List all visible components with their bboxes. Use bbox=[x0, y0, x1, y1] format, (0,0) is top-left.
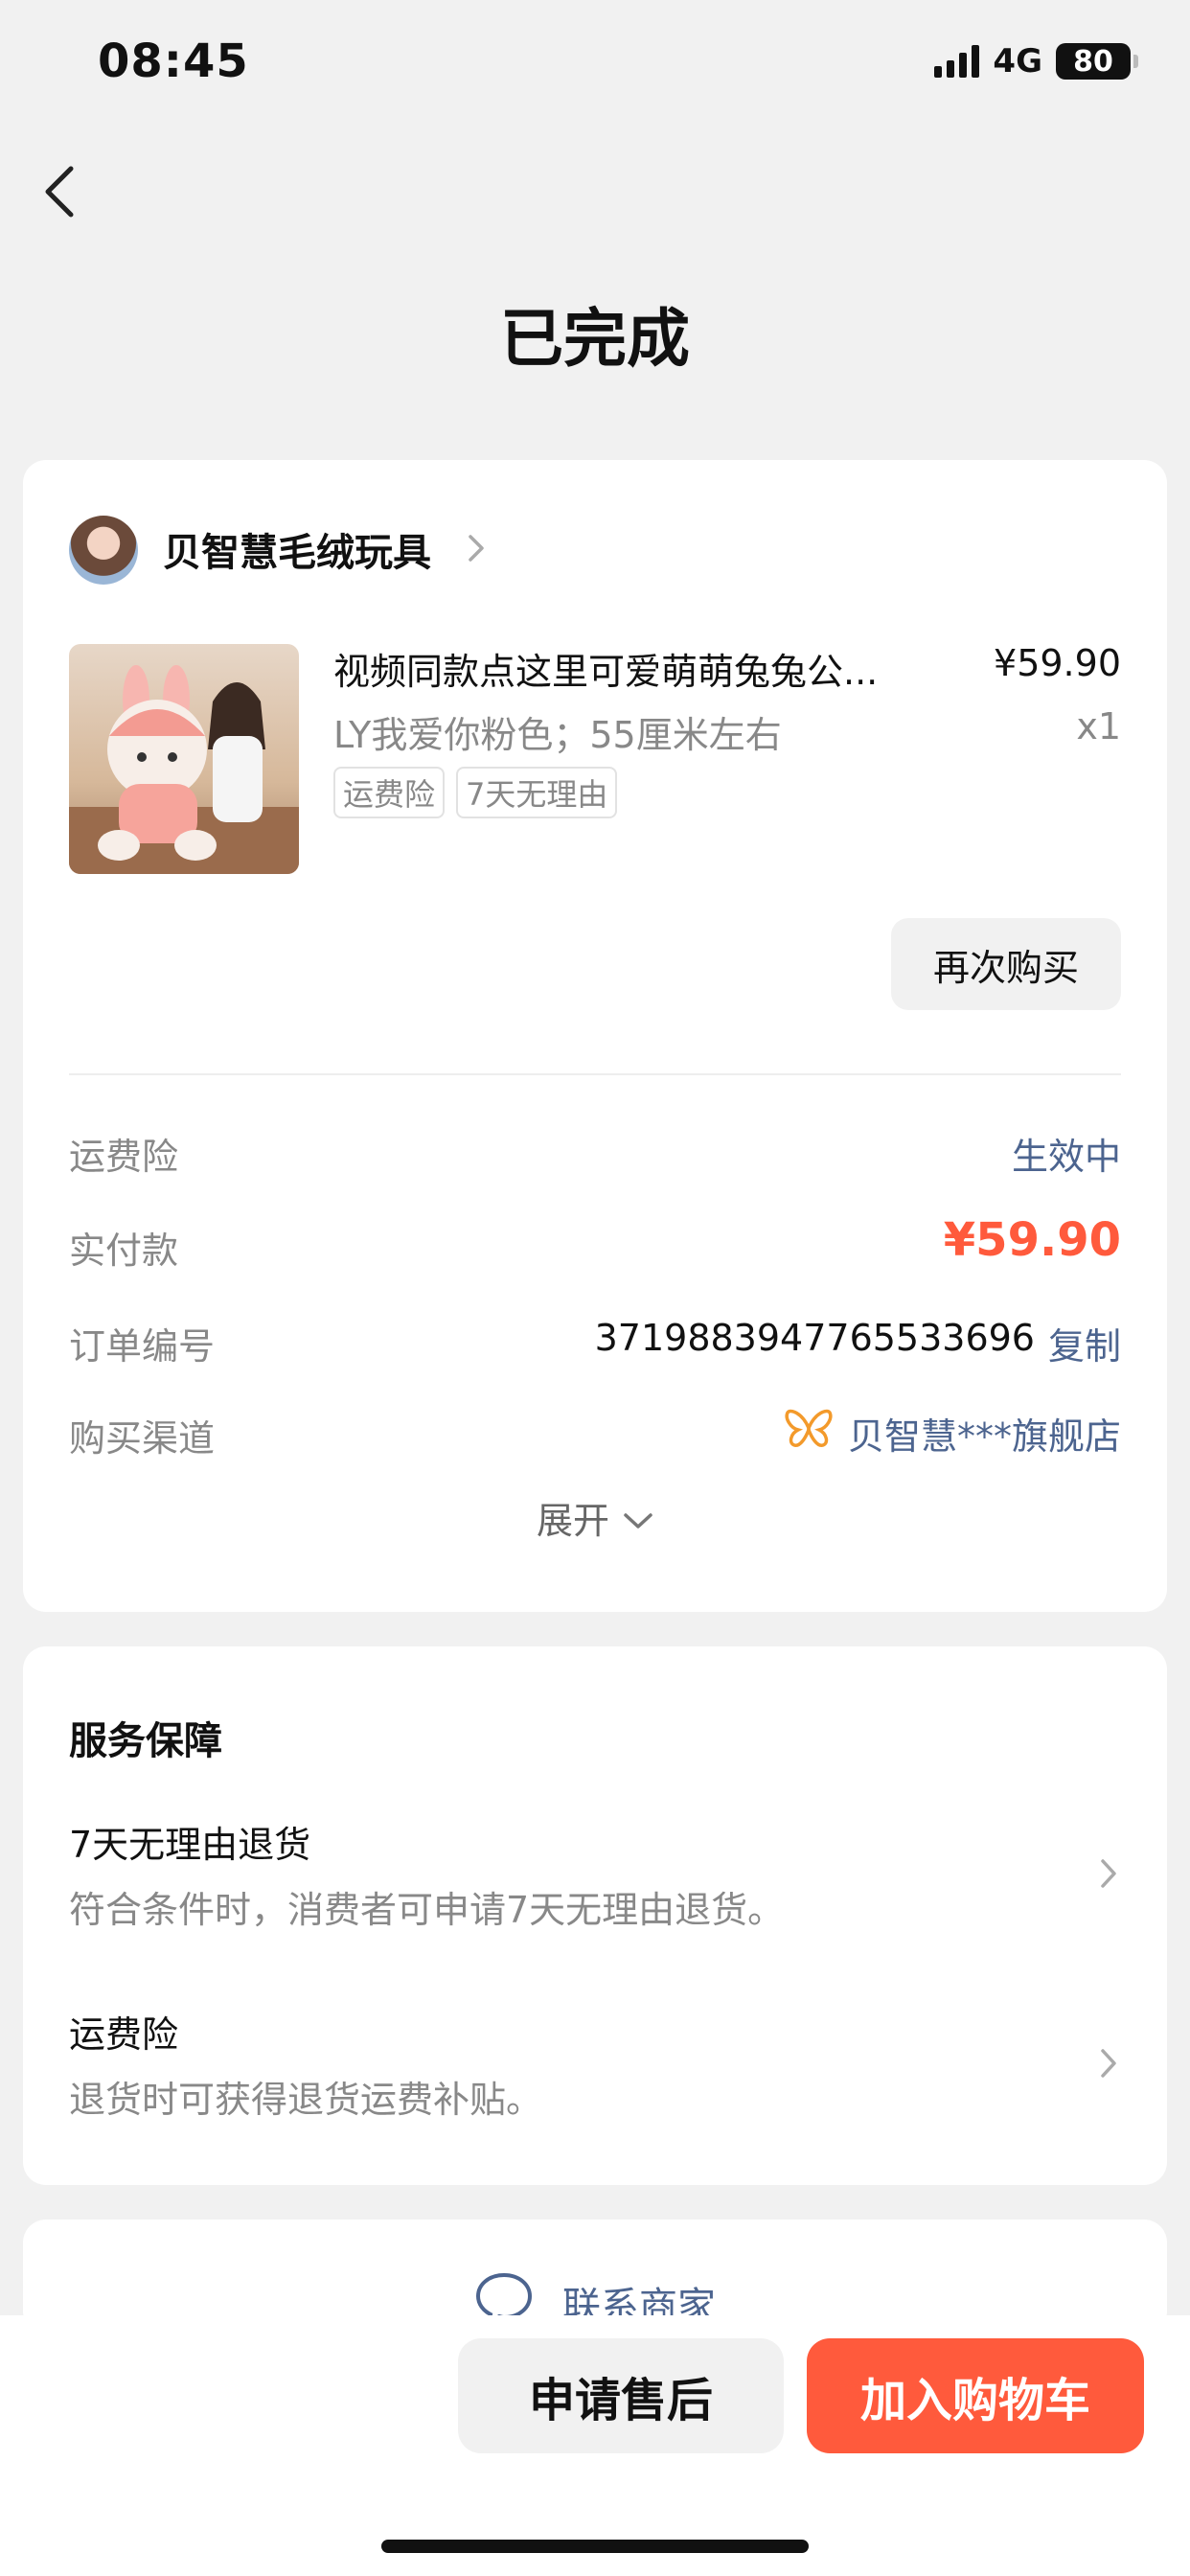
service-item-title[interactable]: 运费险 bbox=[69, 2005, 178, 2058]
purchase-channel-row[interactable]: 贝智慧***旗舰店 bbox=[785, 1407, 1121, 1460]
add-to-cart-button[interactable]: 加入购物车 bbox=[807, 2338, 1144, 2453]
home-indicator[interactable] bbox=[381, 2540, 809, 2553]
status-indicators: 4G 80 bbox=[934, 42, 1138, 80]
divider bbox=[69, 1073, 1121, 1075]
product-tag: 7天无理由 bbox=[456, 767, 618, 818]
service-item-desc: 符合条件时，消费者可申请7天无理由退货。 bbox=[69, 1889, 785, 1931]
expand-toggle[interactable]: 展开 bbox=[23, 1491, 1167, 1544]
product-tags: 运费险 7天无理由 bbox=[333, 767, 618, 818]
service-item-desc: 退货时可获得退货运费补贴。 bbox=[69, 2079, 543, 2121]
chevron-right-icon[interactable] bbox=[466, 531, 487, 565]
order-number-row: 3719883947765533696 复制 bbox=[595, 1317, 1121, 1369]
chevron-right-icon[interactable] bbox=[1098, 2045, 1119, 2082]
expand-label: 展开 bbox=[536, 1500, 609, 1542]
shop-name[interactable]: 贝智慧毛绒玩具 bbox=[163, 521, 431, 577]
product-tag: 运费险 bbox=[333, 767, 446, 818]
product-price: ¥59.90 bbox=[994, 642, 1121, 684]
order-card: 贝智慧毛绒玩具 视频同款点这里可爱萌萌兔兔公... ¥59.90 LY我爱你粉色… bbox=[23, 460, 1167, 1612]
product-image[interactable] bbox=[69, 644, 299, 874]
status-time: 08:45 bbox=[98, 34, 249, 88]
purchase-channel-label: 购买渠道 bbox=[69, 1417, 216, 1460]
shipping-insurance-status[interactable]: 生效中 bbox=[1012, 1127, 1121, 1180]
signal-icon bbox=[934, 45, 980, 78]
order-number-value: 3719883947765533696 bbox=[594, 1317, 1035, 1359]
paid-amount-value: ¥59.90 bbox=[943, 1213, 1121, 1267]
paid-amount-label: 实付款 bbox=[69, 1230, 179, 1272]
chevron-down-icon bbox=[623, 1497, 653, 1539]
battery-level: 80 bbox=[1073, 44, 1113, 79]
purchase-channel-value: 贝智慧***旗舰店 bbox=[847, 1415, 1121, 1458]
after-sale-button[interactable]: 申请售后 bbox=[458, 2338, 784, 2453]
service-card: 服务保障 7天无理由退货 符合条件时，消费者可申请7天无理由退货。 运费险 退货… bbox=[23, 1646, 1167, 2185]
rebuy-button[interactable]: 再次购买 bbox=[891, 918, 1121, 1010]
butterfly-logo-icon bbox=[785, 1409, 833, 1458]
service-item-title[interactable]: 7天无理由退货 bbox=[69, 1815, 310, 1868]
battery-icon: 80 bbox=[1056, 43, 1138, 80]
back-icon[interactable] bbox=[38, 163, 86, 220]
network-type: 4G bbox=[993, 42, 1042, 80]
copy-button[interactable]: 复制 bbox=[1048, 1317, 1121, 1369]
shipping-insurance-label: 运费险 bbox=[69, 1136, 179, 1178]
product-title[interactable]: 视频同款点这里可爱萌萌兔兔公... bbox=[333, 642, 966, 695]
product-quantity: x1 bbox=[1076, 705, 1121, 748]
service-title: 服务保障 bbox=[69, 1719, 222, 1763]
page-title: 已完成 bbox=[500, 302, 690, 376]
order-number-label: 订单编号 bbox=[69, 1325, 216, 1368]
bottom-action-bar: 申请售后 加入购物车 bbox=[0, 2315, 1190, 2576]
shop-avatar[interactable] bbox=[69, 516, 138, 585]
product-spec: LY我爱你粉色；55厘米左右 bbox=[333, 714, 782, 756]
chevron-right-icon[interactable] bbox=[1098, 1855, 1119, 1892]
